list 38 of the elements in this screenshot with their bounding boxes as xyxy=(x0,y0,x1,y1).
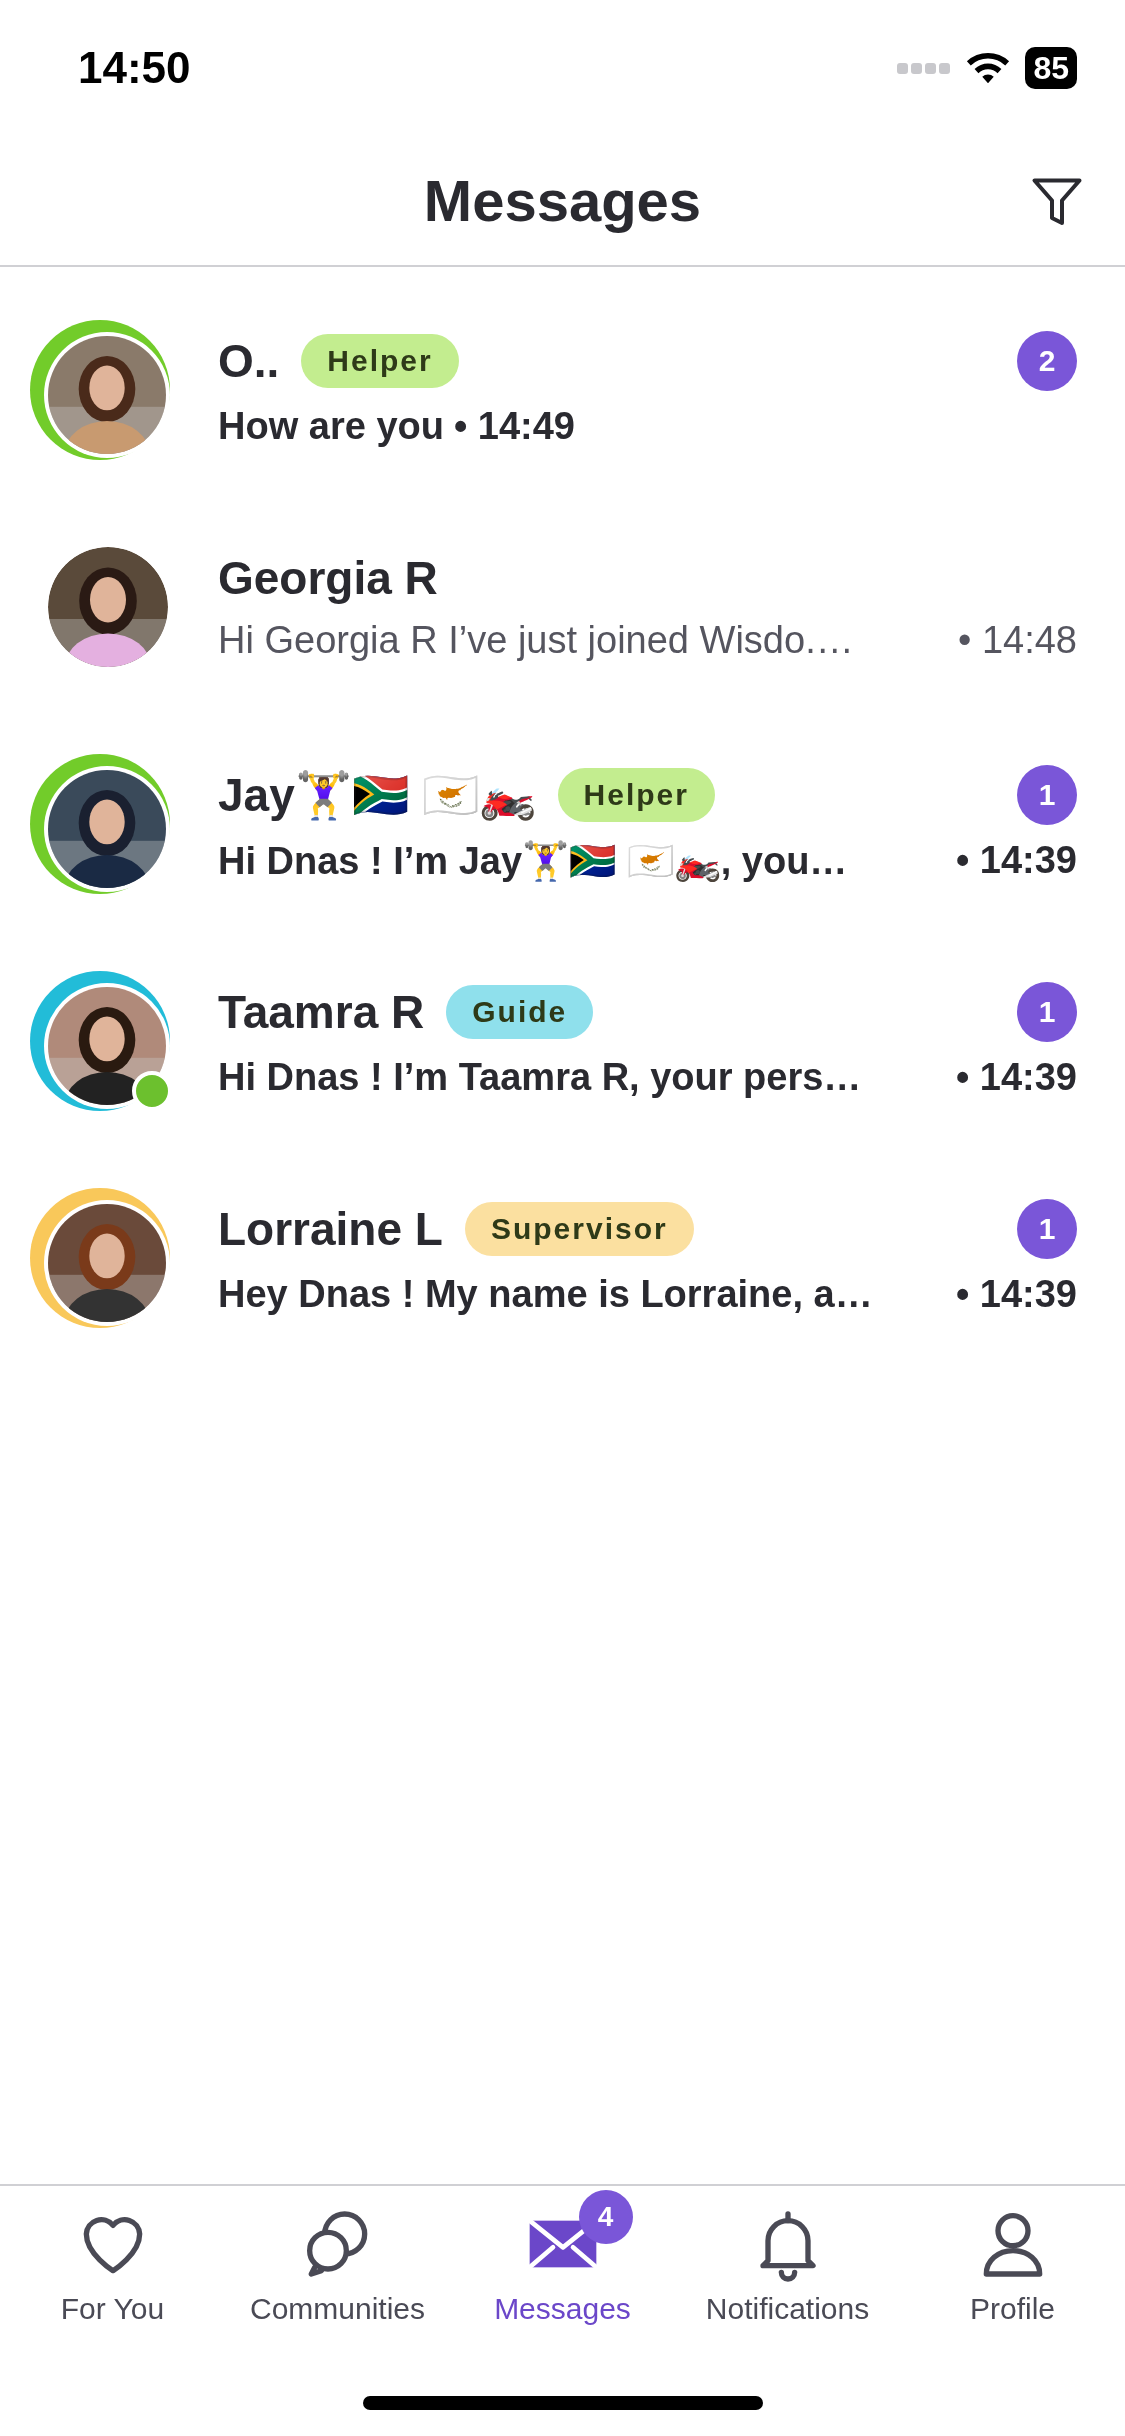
tab-bar-item[interactable]: Communities xyxy=(232,2188,443,2326)
contact-name: Jay🏋‍♀🇿🇦 🇨🇾🏍 xyxy=(218,767,536,822)
unread-count: 1 xyxy=(1017,982,1077,1042)
tab-bar-item[interactable]: Notifications xyxy=(682,2188,893,2326)
cellular-signal-icon xyxy=(897,60,952,75)
role-tag: Helper xyxy=(301,334,459,388)
unread-count: 1 xyxy=(1017,1199,1077,1259)
tab-bar-item[interactable]: Profile xyxy=(907,2188,1118,2326)
message-time: • 14:39 xyxy=(955,1273,1077,1316)
message-preview: Hi Dnas ! I’m Jay🏋‍♀🇿🇦 🇨🇾🏍, you… xyxy=(218,838,848,883)
conversation-row[interactable]: Georgia R Hi Georgia R I’ve just joined Wisdo.… • 14:48 xyxy=(0,498,1125,715)
battery-level: 85 xyxy=(1025,46,1077,89)
message-preview: Hi Dnas ! I’m Taamra R, your pers… xyxy=(218,1056,862,1099)
notification-badge: 4 xyxy=(578,2190,633,2244)
contact-name: Georgia R xyxy=(218,551,438,605)
conversation-row[interactable]: O.. Helper 2 How are you • 14:49 xyxy=(0,281,1125,498)
role-tag: Guide xyxy=(446,985,594,1039)
page-title: Messages xyxy=(423,166,702,234)
message-time: • 14:39 xyxy=(955,839,1077,882)
tab-bar-item[interactable]: 4 Messages xyxy=(457,2188,668,2326)
message-preview: Hey Dnas ! My name is Lorraine, a… xyxy=(218,1273,873,1316)
contact-name: O.. xyxy=(218,334,280,388)
status-time: 14:50 xyxy=(78,42,191,93)
unread-count: 2 xyxy=(1017,331,1077,391)
conversation-row[interactable]: Taamra R Guide 1 Hi Dnas ! I’m Taamra R, your pers… • 14:39 xyxy=(0,932,1125,1149)
contact-name: Lorraine L xyxy=(218,1202,443,1256)
contact-name: Taamra R xyxy=(218,985,425,1039)
message-preview: Hi Georgia R I’ve just joined Wisdo.… xyxy=(218,619,854,662)
conversation-row[interactable]: Jay🏋‍♀🇿🇦 🇨🇾🏍 Helper 1 Hi Dnas ! I’m Jay🏋‍♀🇿🇦 🇨🇾🏍, you… • 14:39 xyxy=(0,715,1125,932)
role-tag: Supervisor xyxy=(464,1202,694,1256)
role-tag: Helper xyxy=(557,767,715,822)
unread-count: 1 xyxy=(1017,764,1077,825)
message-time: • 14:39 xyxy=(955,1056,1077,1099)
message-preview: How are you xyxy=(218,405,444,448)
message-time: • 14:48 xyxy=(958,619,1077,662)
message-time: • 14:49 xyxy=(453,405,575,448)
tab-bar-item[interactable]: For You xyxy=(7,2188,218,2326)
conversation-row[interactable]: Lorraine L Supervisor 1 Hey Dnas ! My name is Lorraine, a… • 14:39 xyxy=(0,1149,1125,1366)
